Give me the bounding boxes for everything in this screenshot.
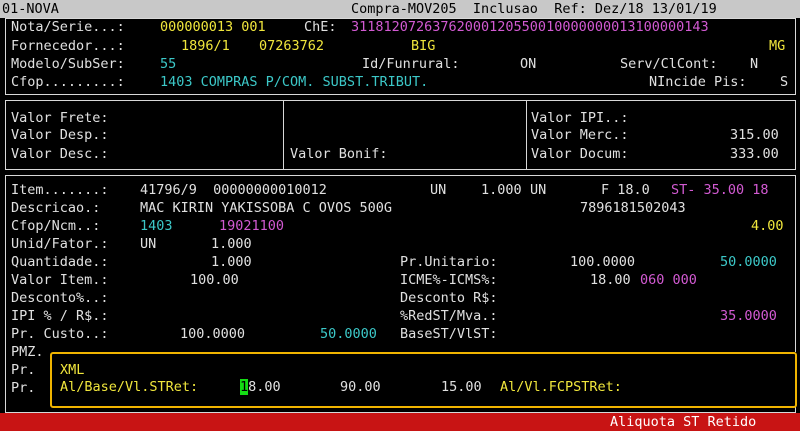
- xml-title: XML: [60, 362, 85, 378]
- valor-ipi-label: Valor IPI..:: [531, 110, 629, 126]
- valor-merc-value: 315.00: [730, 127, 779, 143]
- pr-custo-value2: 50.0000: [320, 326, 377, 342]
- text-cursor: 1: [240, 379, 249, 395]
- fornecedor-name: BIG: [411, 38, 436, 54]
- al-base-vl-stret-label: Al/Base/Vl.STRet:: [60, 379, 199, 395]
- fornecedor-uf: MG: [769, 38, 786, 54]
- cfop-ncm-label: Cfop/Ncm..:: [11, 218, 101, 234]
- descricao-label: Descricao.:: [11, 200, 101, 216]
- desconto-pct-label: Desconto%..:: [11, 290, 109, 306]
- desconto-rs-label: Desconto R$:: [400, 290, 498, 306]
- screen-title: Compra-MOV205 Inclusao Ref: Dez/18 13/01…: [351, 0, 717, 18]
- base-stret-field[interactable]: 90.00: [340, 378, 381, 396]
- al-vl-fcpstret-label: Al/Vl.FCPSTRet:: [500, 379, 622, 395]
- nincide-pis-label: NIncide Pis:: [649, 74, 747, 90]
- cfop-field[interactable]: 1403 COMPRAS P/COM. SUBST.TRIBUT.: [160, 73, 428, 91]
- valor-item-field[interactable]: 100.00: [190, 271, 239, 289]
- servclcont-label: Serv/ClCont:: [620, 56, 718, 72]
- ean-code: 7896181502043: [580, 200, 686, 216]
- pr-unitario-field[interactable]: 100.0000: [570, 253, 635, 271]
- item-ncm-extra: 4.00: [751, 218, 784, 234]
- al-stret-field[interactable]: 18.00: [240, 378, 281, 396]
- funrural-label: Id/Funrural:: [362, 56, 460, 72]
- item-field[interactable]: 41796/9 00000000010012: [140, 181, 327, 199]
- pmz-label: PMZ.: [11, 344, 44, 360]
- icme-icms-label: ICME%-ICMS%:: [400, 272, 498, 288]
- nota-label: Nota/Serie...:: [11, 19, 125, 35]
- che-field[interactable]: 3118120726376200012055001000000001310000…: [351, 18, 709, 36]
- item-ncm-field[interactable]: 19021100: [219, 217, 284, 235]
- funrural-field[interactable]: ON: [520, 55, 536, 73]
- che-label: ChE:: [304, 19, 337, 35]
- screen-id: 01-NOVA: [2, 0, 59, 18]
- al-stret-value: 8.00: [248, 379, 281, 395]
- icme-icms-extra: 060 000: [640, 272, 697, 288]
- modelo-label: Modelo/SubSer:: [11, 56, 125, 72]
- redst-mva-label: %RedST/Mva.:: [400, 308, 498, 324]
- fator-field[interactable]: 1.000: [211, 235, 252, 253]
- pr-unitario-value2: 50.0000: [720, 254, 777, 270]
- icme-icms-field[interactable]: 18.00: [590, 271, 631, 289]
- item-tax-st: ST- 35.00 18: [671, 182, 769, 198]
- valor-bonif-label: Valor Bonif:: [290, 146, 388, 162]
- pr-label-2: Pr.: [11, 380, 36, 396]
- pr-unitario-label: Pr.Unitario:: [400, 254, 498, 270]
- valor-desc-label: Valor Desc.:: [11, 146, 109, 162]
- pr-custo-label: Pr. Custo..:: [11, 326, 109, 342]
- fornecedor-label: Fornecedor...:: [11, 38, 125, 54]
- descricao-field[interactable]: MAC KIRIN YAKISSOBA C OVOS 500G: [140, 199, 392, 217]
- vl-stret-field[interactable]: 15.00: [441, 378, 482, 396]
- quantidade-field[interactable]: 1.000: [211, 253, 252, 271]
- quantidade-label: Quantidade.:: [11, 254, 109, 270]
- cfop-label: Cfop.........:: [11, 74, 125, 90]
- item-unit2: UN: [530, 182, 547, 198]
- item-unit: UN: [430, 182, 447, 198]
- item-tax-f: F 18.0: [601, 182, 650, 198]
- ipi-label: IPI % / R$.:: [11, 308, 109, 324]
- valor-desp-label: Valor Desp.:: [11, 127, 109, 143]
- valor-frete-label: Valor Frete:: [11, 110, 109, 126]
- nincide-pis-field[interactable]: S: [780, 73, 788, 91]
- valor-docum-label: Valor Docum:: [531, 146, 629, 162]
- servclcont-field[interactable]: N: [750, 55, 758, 73]
- pr-label-1: Pr.: [11, 362, 36, 378]
- basest-vlst-label: BaseST/VlST:: [400, 326, 498, 342]
- modelo-field[interactable]: 55: [160, 55, 176, 73]
- item-qty: 1.000: [481, 182, 522, 198]
- status-message: Aliquota ST Retido: [610, 414, 757, 430]
- nota-field[interactable]: 000000013 001: [160, 18, 266, 36]
- unid-field[interactable]: UN: [140, 235, 156, 253]
- fornecedor-code-field[interactable]: 1896/1: [181, 37, 230, 55]
- valor-item-label: Valor Item.:: [11, 272, 109, 288]
- unid-fator-label: Unid/Fator.:: [11, 236, 109, 252]
- valor-merc-label: Valor Merc.:: [531, 127, 629, 143]
- item-label: Item.......:: [11, 182, 109, 198]
- item-cfop-field[interactable]: 1403: [140, 217, 173, 235]
- valor-docum-value: 333.00: [730, 146, 779, 162]
- redst-mva-value: 35.0000: [720, 308, 777, 324]
- fornecedor-cnpj: 07263762: [259, 38, 325, 54]
- pr-custo-field[interactable]: 100.0000: [180, 325, 245, 343]
